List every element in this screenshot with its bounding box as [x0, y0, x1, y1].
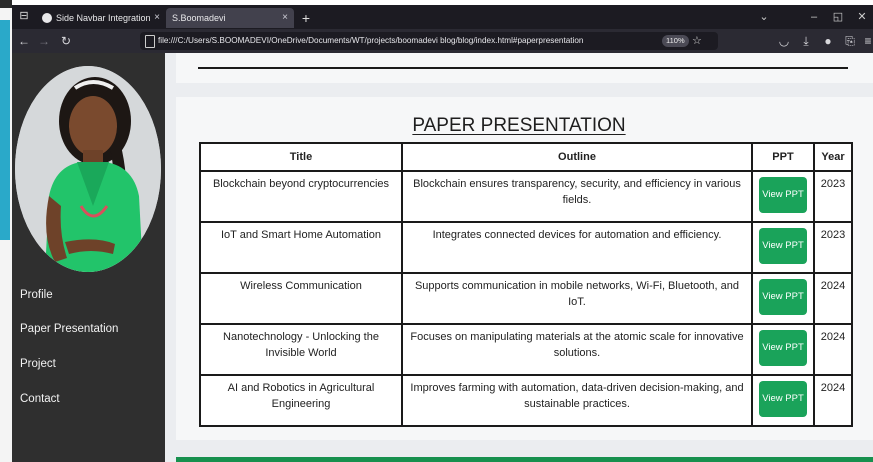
paper-title: AI and Robotics in Agricultural Engineer…	[199, 374, 403, 427]
tab-boomadevi[interactable]: S.Boomadevi ×	[166, 8, 294, 28]
tab-title: S.Boomadevi	[172, 13, 226, 23]
table-row: Nanotechnology - Unlocking the Invisible…	[199, 323, 853, 376]
view-ppt-button[interactable]: View PPT	[759, 330, 807, 366]
table-row: Blockchain beyond cryptocurrencies Block…	[199, 170, 853, 223]
minimize-icon[interactable]: –	[802, 5, 826, 29]
close-tab-icon[interactable]: ×	[154, 8, 160, 28]
menu-icon[interactable]: ≡	[858, 29, 873, 53]
sidebar-item-project[interactable]: Project	[20, 358, 56, 370]
tab-side-navbar[interactable]: Side Navbar Integration ×	[38, 8, 166, 28]
tab-overview-icon[interactable]: ⊟	[18, 10, 30, 22]
zoom-badge[interactable]: 110%	[662, 35, 689, 47]
tab-title: Side Navbar Integration	[56, 13, 151, 23]
column-header-title: Title	[199, 142, 403, 172]
ppt-cell: View PPT	[751, 272, 815, 325]
bookmark-star-icon[interactable]: ☆	[692, 32, 702, 50]
table-header-row: Title Outline PPT Year	[199, 142, 853, 172]
paper-outline: Integrates connected devices for automat…	[401, 221, 753, 274]
column-header-year: Year	[813, 142, 853, 172]
view-ppt-button[interactable]: View PPT	[759, 381, 807, 417]
paper-title: Wireless Communication	[199, 272, 403, 325]
title-bar: ⊟ Side Navbar Integration × S.Boomadevi …	[12, 5, 873, 29]
paper-title: IoT and Smart Home Automation	[199, 221, 403, 274]
paper-year: 2024	[813, 374, 853, 427]
close-window-icon[interactable]: ✕	[850, 5, 873, 29]
view-ppt-button[interactable]: View PPT	[759, 279, 807, 315]
table-row: Wireless Communication Supports communic…	[199, 272, 853, 325]
sidebar: Profile Paper Presentation Project Conta…	[12, 53, 165, 462]
table-row: AI and Robotics in Agricultural Engineer…	[199, 374, 853, 427]
navigation-bar: ← → ↻ file:///C:/Users/S.BOOMADEVI/OneDr…	[12, 29, 873, 53]
paper-title: Blockchain beyond cryptocurrencies	[199, 170, 403, 223]
paper-table: Title Outline PPT Year Blockchain beyond…	[199, 142, 853, 427]
forward-arrow-icon[interactable]: →	[34, 29, 54, 53]
sidebar-item-profile[interactable]: Profile	[20, 289, 53, 301]
ppt-cell: View PPT	[751, 323, 815, 376]
column-header-ppt: PPT	[751, 142, 815, 172]
account-icon[interactable]: ●	[818, 29, 838, 53]
close-tab-icon[interactable]: ×	[282, 8, 288, 28]
ppt-cell: View PPT	[751, 221, 815, 274]
table-row: IoT and Smart Home Automation Integrates…	[199, 221, 853, 274]
next-section-card	[176, 457, 873, 462]
download-icon[interactable]: ⤓	[796, 29, 816, 53]
page-icon	[145, 35, 155, 48]
main-content: PAPER PRESENTATION Title Outline PPT Yea…	[165, 53, 873, 462]
reload-icon[interactable]: ↻	[56, 29, 76, 53]
paper-year: 2024	[813, 323, 853, 376]
screen-edge-top	[0, 0, 12, 8]
view-ppt-button[interactable]: View PPT	[759, 177, 807, 213]
back-arrow-icon[interactable]: ←	[14, 29, 34, 53]
ppt-cell: View PPT	[751, 374, 815, 427]
list-tabs-icon[interactable]: ⌄	[752, 5, 776, 29]
paper-outline: Improves farming with automation, data-d…	[401, 374, 753, 427]
address-bar[interactable]: file:///C:/Users/S.BOOMADEVI/OneDrive/Do…	[140, 32, 718, 50]
view-ppt-button[interactable]: View PPT	[759, 228, 807, 264]
browser-window: ⊟ Side Navbar Integration × S.Boomadevi …	[12, 5, 873, 462]
column-header-outline: Outline	[401, 142, 753, 172]
paper-title: Nanotechnology - Unlocking the Invisible…	[199, 323, 403, 376]
new-tab-button[interactable]: +	[296, 8, 316, 28]
ppt-cell: View PPT	[751, 170, 815, 223]
previous-section-card	[176, 53, 873, 83]
paper-year: 2023	[813, 170, 853, 223]
maximize-icon[interactable]: ◱	[826, 5, 850, 29]
pocket-icon[interactable]: ◡	[774, 29, 794, 53]
sidebar-item-contact[interactable]: Contact	[20, 393, 60, 405]
previous-section-border	[198, 67, 848, 69]
globe-icon	[42, 13, 52, 23]
url-text[interactable]: file:///C:/Users/S.BOOMADEVI/OneDrive/Do…	[158, 32, 583, 50]
paper-year: 2023	[813, 221, 853, 274]
paper-outline: Blockchain ensures transparency, securit…	[401, 170, 753, 223]
screen-edge	[0, 0, 12, 462]
profile-photo	[15, 66, 161, 272]
paper-outline: Supports communication in mobile network…	[401, 272, 753, 325]
page-title: PAPER PRESENTATION	[412, 115, 626, 136]
extensions-icon[interactable]: ⎘	[840, 29, 860, 53]
screen-edge-window	[0, 20, 10, 240]
sidebar-item-paper-presentation[interactable]: Paper Presentation	[20, 323, 118, 335]
paper-year: 2024	[813, 272, 853, 325]
paper-outline: Focuses on manipulating materials at the…	[401, 323, 753, 376]
